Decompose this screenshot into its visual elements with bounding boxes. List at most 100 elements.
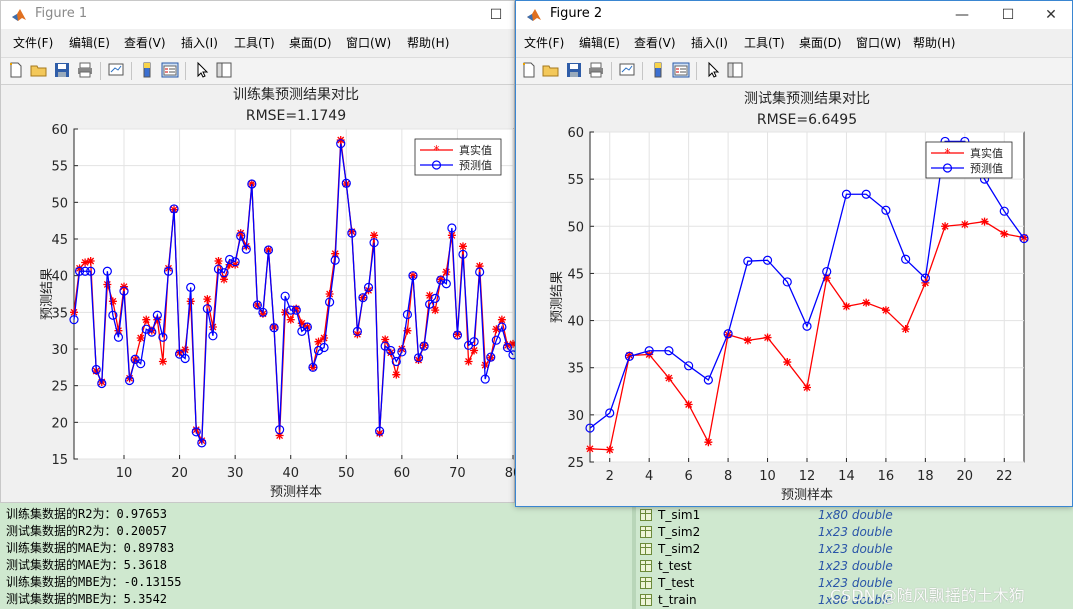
console-line: 测试集数据的MBE为：5.3542 xyxy=(6,592,168,606)
variable-value: 1x23 double xyxy=(818,542,893,556)
console-line: 测试集数据的MAE为：5.3618 xyxy=(6,558,168,572)
variable-name: T_sim2 xyxy=(658,542,701,556)
y-tick-label: 20 xyxy=(51,416,68,431)
data-point-star xyxy=(158,357,167,366)
y-tick-label: 25 xyxy=(567,456,584,471)
y-tick-label: 45 xyxy=(51,233,68,248)
x-tick-label: 70 xyxy=(449,466,466,481)
variable-value: 1x23 double xyxy=(818,559,893,573)
plot-area xyxy=(73,128,514,460)
data-point-star xyxy=(214,257,223,265)
x-tick-label: 22 xyxy=(996,469,1013,484)
legend-label-true: 真实值 xyxy=(459,143,492,157)
data-point-star xyxy=(960,220,969,229)
data-point-star xyxy=(842,302,851,311)
data-point-star xyxy=(392,370,401,379)
data-point-star xyxy=(1000,229,1009,238)
data-point-star xyxy=(464,357,473,366)
y-axis-label: 预测结果 xyxy=(40,268,55,320)
data-point-star xyxy=(86,257,95,265)
variable-name: T_test xyxy=(658,576,695,590)
chart-subtitle: RMSE=1.1749 xyxy=(246,108,346,124)
legend[interactable]: * 真实值 预测值 xyxy=(925,141,1013,179)
matrix-variable-icon xyxy=(640,509,652,521)
x-tick-label: 12 xyxy=(799,469,816,484)
y-tick-label: 60 xyxy=(567,126,584,141)
variable-name: T_sim1 xyxy=(658,508,701,522)
x-tick-label: 8 xyxy=(724,469,732,484)
y-tick-label: 30 xyxy=(567,409,584,424)
y-axis-label: 预测结果 xyxy=(550,271,565,323)
data-point-star xyxy=(901,325,910,334)
x-tick-label: 30 xyxy=(227,466,244,481)
data-point-star xyxy=(684,400,693,409)
train-chart: 102030405060708015202530354045505560 训练集… xyxy=(40,86,516,500)
y-tick-label: 30 xyxy=(51,343,68,358)
test-chart: 2 4 6 8 10 12 14 16 18 20 22 25 30 35 40 45 50 55 60 测试集预测… xyxy=(550,90,1029,503)
data-point-star xyxy=(743,336,752,345)
x-tick-label: 50 xyxy=(338,466,355,481)
x-tick-label: 40 xyxy=(282,466,299,481)
variable-value: 1x23 double xyxy=(818,525,893,539)
data-point-star xyxy=(458,242,467,251)
x-tick-label: 2 xyxy=(606,469,614,484)
panel-divider[interactable] xyxy=(632,503,636,609)
y-tick-label: 45 xyxy=(567,267,584,282)
x-tick-label: 60 xyxy=(394,466,411,481)
workspace-variable-row[interactable]: t_test 1x23 double xyxy=(638,558,1068,575)
data-point-star xyxy=(980,217,989,226)
x-tick-label: 14 xyxy=(838,469,855,484)
watermark-text: CSDN @随风飘摇的土木狗 xyxy=(830,586,1025,605)
legend-label-true: 真实值 xyxy=(970,146,1003,160)
x-tick-label: 4 xyxy=(645,469,653,484)
data-point-star xyxy=(704,438,713,447)
data-point-star xyxy=(862,298,871,307)
console-line: 训练集数据的R2为：0.97653 xyxy=(6,507,168,521)
y-tick-label: 60 xyxy=(51,123,68,138)
console-line: 训练集数据的MAE为：0.89783 xyxy=(6,541,175,555)
data-point-star xyxy=(921,278,930,287)
legend-label-pred: 预测值 xyxy=(459,159,492,172)
y-tick-label: 15 xyxy=(51,453,68,468)
workspace-variable-row[interactable]: T_sim2 1x23 double xyxy=(638,541,1068,558)
data-point-star xyxy=(941,222,950,231)
x-tick-label: 18 xyxy=(917,469,934,484)
data-point-star xyxy=(605,445,614,454)
workspace-variable-row[interactable]: T_sim1 1x80 double xyxy=(638,507,1068,524)
x-tick-label: 16 xyxy=(878,469,895,484)
chart-subtitle: RMSE=6.6495 xyxy=(757,112,857,128)
data-point-star xyxy=(325,290,334,298)
data-point-star xyxy=(81,258,90,267)
legend-marker-star: * xyxy=(945,146,951,160)
data-point-star xyxy=(664,374,673,383)
data-point-star xyxy=(136,334,145,342)
legend[interactable]: * 真实值 预测值 xyxy=(414,138,502,176)
data-point-star xyxy=(203,295,212,304)
x-tick-label: 20 xyxy=(171,466,188,481)
chart-title: 训练集预测结果对比 xyxy=(233,86,359,103)
data-point-star xyxy=(286,315,295,324)
figure1-window[interactable]: Figure 1 ☐ 文件(F) 编辑(E) 查看(V) 插入(I) 工具(T)… xyxy=(0,0,516,503)
command-window[interactable]: 训练集数据的R2为：0.97653 测试集数据的R2为：0.20057 训练集数… xyxy=(0,503,632,609)
y-tick-label: 55 xyxy=(51,160,68,175)
data-point-star xyxy=(586,444,594,453)
y-tick-label: 50 xyxy=(567,220,584,235)
chart-title: 测试集预测结果对比 xyxy=(744,90,870,107)
data-point-star xyxy=(442,268,451,276)
x-tick-label: 6 xyxy=(684,469,692,484)
y-tick-label: 25 xyxy=(51,380,68,395)
legend-label-pred: 预测值 xyxy=(970,162,1003,175)
data-point-star xyxy=(803,383,811,392)
variable-name: T_sim2 xyxy=(658,525,701,539)
data-point-star xyxy=(142,315,151,324)
x-tick-label: 10 xyxy=(116,466,133,481)
x-axis-label: 预测样本 xyxy=(270,485,322,500)
workspace-variable-row[interactable]: T_sim2 1x23 double xyxy=(638,524,1068,541)
x-axis-label: 预测样本 xyxy=(781,488,833,503)
data-point-star xyxy=(763,333,772,342)
matrix-variable-icon xyxy=(640,560,652,572)
matrix-variable-icon xyxy=(640,594,652,606)
data-point-star xyxy=(320,334,329,342)
figure2-window[interactable]: Figure 2 — ☐ ✕ 文件(F) 编辑(E) 查看(V) 插入(I) 工… xyxy=(515,0,1073,507)
matrix-variable-icon xyxy=(640,526,652,538)
